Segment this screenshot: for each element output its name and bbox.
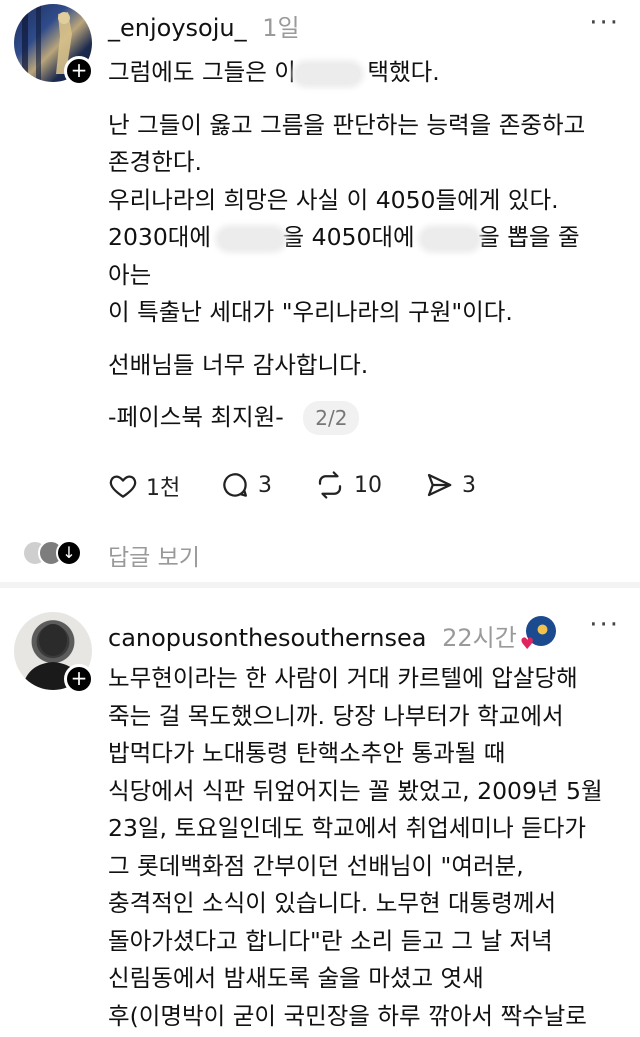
share-button[interactable]: 3 [424, 470, 476, 500]
text-line: 후(이명박이 굳이 국민장을 하루 깎아서 짝수날로 [108, 1001, 587, 1030]
text-line: 우리나라의 희망은 사실 이 4050들에게 있다. [108, 185, 559, 214]
text-line: -페이스북 최지원- 2/2 [108, 399, 628, 437]
repost-button[interactable]: 10 [314, 470, 382, 500]
text-line: 그럼에도 그들은 이 택했다. [108, 58, 440, 86]
like-count: 1천 [146, 476, 181, 501]
text-line: 2030대에 을 4050대에 을 뽑을 줄 [108, 223, 580, 251]
text-line: 그 롯데백화점 간부이던 선배님이 "여러분, [108, 851, 524, 880]
username[interactable]: _enjoysoju_ [108, 14, 247, 42]
timestamp: 22시간 [442, 624, 517, 652]
view-replies-label: 답글 보기 [108, 545, 200, 571]
comment-count: 3 [258, 472, 272, 498]
like-button[interactable]: 1천 [108, 470, 180, 502]
text-line: 노무현이라는 한 사람이 거대 카르텔에 압살당해 [108, 664, 578, 692]
text-line: 돌아가셨다고 합니다"란 소리 듣고 그 날 저녁 [108, 926, 553, 955]
heart-icon: ♥ [520, 634, 535, 653]
heart-icon [109, 475, 137, 498]
comment-button[interactable]: 3 [220, 470, 272, 500]
text-line: 밥먹다가 노대통령 탄핵소추안 통과될 때 [108, 739, 506, 767]
text-line: 23일, 토요일인데도 학교에서 취업세미나 듣다가 [108, 814, 587, 842]
thread-post-1: + _enjoysoju_ 1일 ··· 그럼에도 그들은 이 택했다. 난 그… [0, 0, 640, 582]
text-line: 선배님들 너무 감사합니다. [108, 350, 369, 379]
blurred-text [295, 63, 360, 84]
text-line: 이 특출난 세대가 "우리나라의 구원"이다. [108, 298, 513, 326]
arrow-down-icon: ↓ [56, 540, 82, 566]
post-body: 노무현이라는 한 사람이 거대 카르텔에 압살당해 죽는 걸 목도했으니까. 당… [108, 660, 628, 1035]
username[interactable]: canopusonthesouthernsea [108, 624, 426, 652]
post-body: 그럼에도 그들은 이 택했다. 난 그들이 옳고 그름을 판단하는 능력을 존중… [108, 54, 628, 437]
timestamp: 1일 [262, 14, 300, 42]
text-line: 존경한다. [108, 148, 202, 176]
comment-icon [223, 473, 247, 497]
repost-icon [318, 471, 342, 499]
send-icon [427, 473, 452, 497]
page-indicator: 2/2 [303, 401, 360, 435]
text-line: 죽는 걸 목도했으니까. 당장 나부터가 학교에서 [108, 701, 564, 730]
share-count: 3 [462, 472, 476, 498]
blurred-text [218, 228, 283, 249]
follow-plus-button[interactable]: + [64, 664, 94, 694]
blurred-text [422, 228, 479, 249]
text-line: 신림동에서 밤새도록 술을 마셨고 엿새 [108, 964, 484, 992]
text-line: 충격적인 소식이 있습니다. 노무현 대통령께서 [108, 889, 557, 917]
post-header: canopusonthesouthernsea 22시간 [108, 618, 517, 653]
thread-post-2: + canopusonthesouthernsea 22시간 ♥ ··· 노무현… [0, 588, 640, 1037]
post-header: _enjoysoju_ 1일 [108, 8, 300, 43]
repost-count: 10 [354, 472, 382, 498]
text-line: 식당에서 식판 뒤엎어지는 꼴 봤었고, 2009년 5월 [108, 776, 603, 805]
more-options-icon[interactable]: ··· [589, 8, 620, 38]
text-line: 난 그들이 옳고 그름을 판단하는 능력을 존중하고 [108, 110, 586, 139]
follow-plus-button[interactable]: + [64, 56, 94, 86]
text-line: 아는 [108, 260, 152, 289]
more-options-icon[interactable]: ··· [589, 610, 620, 640]
